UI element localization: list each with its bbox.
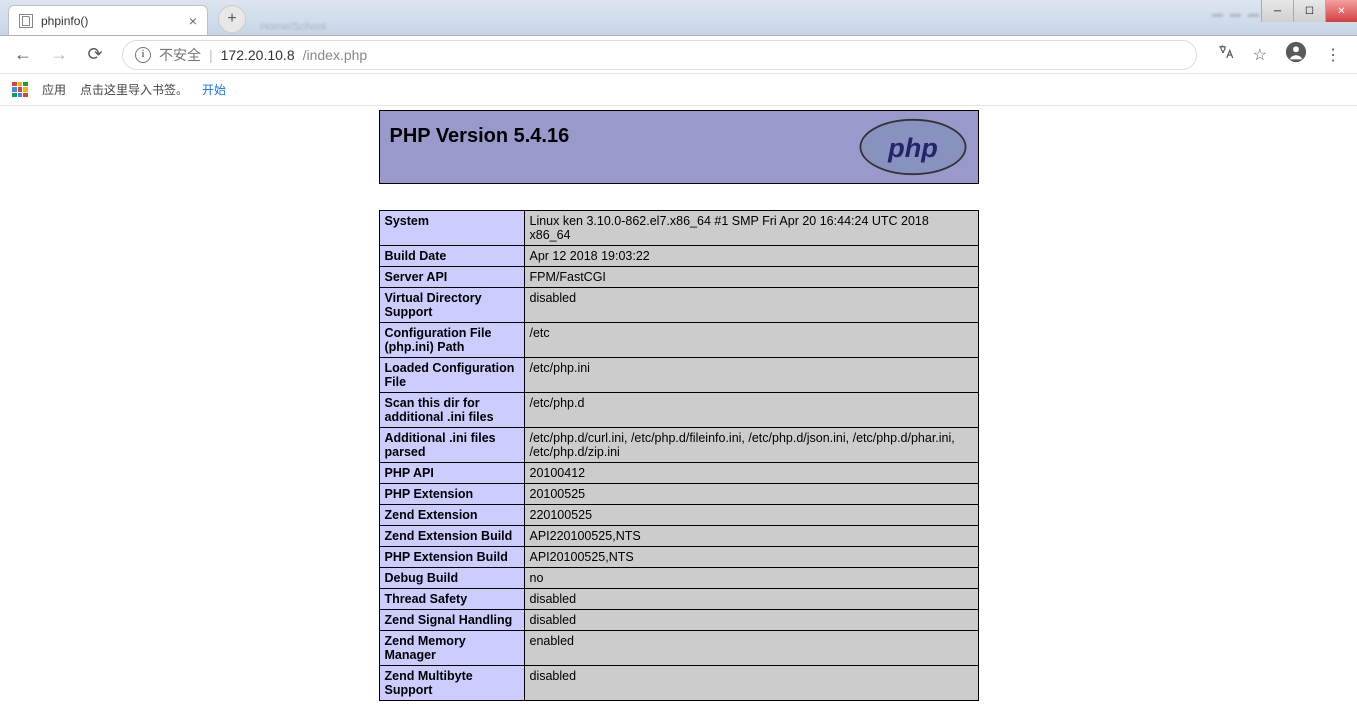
phpinfo-content: PHP Version 5.4.16 php SystemLinux ken 3… (379, 110, 979, 701)
info-value: /etc/php.d/curl.ini, /etc/php.d/fileinfo… (524, 428, 978, 463)
translate-icon[interactable] (1217, 43, 1235, 66)
table-row: Loaded Configuration File/etc/php.ini (379, 358, 978, 393)
new-tab-button[interactable]: + (218, 5, 246, 33)
info-key: Scan this dir for additional .ini files (379, 393, 524, 428)
inactive-tab-hint: Home/School (260, 21, 326, 33)
info-key: PHP Extension (379, 484, 524, 505)
info-key: Zend Extension Build (379, 526, 524, 547)
table-row: Zend Extension BuildAPI220100525,NTS (379, 526, 978, 547)
tab-title: phpinfo() (41, 14, 88, 28)
info-value: 20100525 (524, 484, 978, 505)
browser-tab[interactable]: phpinfo() × (8, 5, 208, 35)
table-row: Scan this dir for additional .ini files/… (379, 393, 978, 428)
table-row: Zend Extension220100525 (379, 505, 978, 526)
apps-label[interactable]: 应用 (42, 81, 66, 98)
info-key: Zend Memory Manager (379, 631, 524, 666)
info-value: disabled (524, 288, 978, 323)
table-row: PHP Extension BuildAPI20100525,NTS (379, 547, 978, 568)
close-icon[interactable]: × (189, 13, 197, 29)
svg-text:php: php (887, 132, 938, 163)
page-icon (19, 14, 33, 28)
tab-strip: phpinfo() × + Home/School ▬ ▬ ▬ ▬ ▬ (0, 0, 1357, 36)
window-close-button[interactable]: ✕ (1325, 0, 1357, 22)
bookmark-hint: 点击这里导入书签。 (80, 81, 188, 98)
info-value: no (524, 568, 978, 589)
table-row: Additional .ini files parsed/etc/php.d/c… (379, 428, 978, 463)
info-value: FPM/FastCGI (524, 267, 978, 288)
toolbar-right: ☆ ⋮ (1209, 41, 1349, 68)
table-row: PHP API20100412 (379, 463, 978, 484)
info-value: disabled (524, 666, 978, 701)
info-key: Additional .ini files parsed (379, 428, 524, 463)
separator: | (209, 47, 213, 63)
info-key: Zend Signal Handling (379, 610, 524, 631)
info-value: /etc (524, 323, 978, 358)
url-path: /index.php (303, 47, 368, 63)
php-logo: php (858, 118, 968, 176)
site-info-icon[interactable]: i (135, 47, 151, 63)
info-key: PHP Extension Build (379, 547, 524, 568)
window-maximize-button[interactable]: ☐ (1293, 0, 1325, 22)
table-row: Debug Buildno (379, 568, 978, 589)
info-key: Zend Extension (379, 505, 524, 526)
info-value: Linux ken 3.10.0-862.el7.x86_64 #1 SMP F… (524, 211, 978, 246)
info-value: disabled (524, 610, 978, 631)
address-bar: ← → ⟳ i 不安全 | 172.20.10.8/index.php ☆ ⋮ (0, 36, 1357, 74)
info-key: Configuration File (php.ini) Path (379, 323, 524, 358)
apps-icon[interactable] (12, 82, 28, 98)
info-key: System (379, 211, 524, 246)
table-row: Zend Multibyte Supportdisabled (379, 666, 978, 701)
info-value: Apr 12 2018 19:03:22 (524, 246, 978, 267)
info-key: Build Date (379, 246, 524, 267)
bookmark-star-icon[interactable]: ☆ (1253, 45, 1267, 65)
url-host: 172.20.10.8 (221, 47, 295, 63)
window-controls: ─ ☐ ✕ (1261, 0, 1357, 22)
info-key: Virtual Directory Support (379, 288, 524, 323)
table-row: Virtual Directory Supportdisabled (379, 288, 978, 323)
reload-button[interactable]: ⟳ (80, 40, 110, 70)
phpinfo-table: SystemLinux ken 3.10.0-862.el7.x86_64 #1… (379, 210, 979, 701)
info-value: 20100412 (524, 463, 978, 484)
info-value: API20100525,NTS (524, 547, 978, 568)
window-minimize-button[interactable]: ─ (1261, 0, 1293, 22)
table-row: PHP Extension20100525 (379, 484, 978, 505)
info-value: disabled (524, 589, 978, 610)
insecure-label: 不安全 (159, 45, 201, 65)
info-key: Debug Build (379, 568, 524, 589)
info-value: API220100525,NTS (524, 526, 978, 547)
info-value: /etc/php.ini (524, 358, 978, 393)
info-value: enabled (524, 631, 978, 666)
php-version-title: PHP Version 5.4.16 (390, 125, 570, 148)
info-value: 220100525 (524, 505, 978, 526)
table-row: Thread Safetydisabled (379, 589, 978, 610)
table-row: Zend Signal Handlingdisabled (379, 610, 978, 631)
info-key: Zend Multibyte Support (379, 666, 524, 701)
table-row: Server APIFPM/FastCGI (379, 267, 978, 288)
info-value: /etc/php.d (524, 393, 978, 428)
table-row: SystemLinux ken 3.10.0-862.el7.x86_64 #1… (379, 211, 978, 246)
bookmark-start-link[interactable]: 开始 (202, 81, 226, 98)
info-key: Loaded Configuration File (379, 358, 524, 393)
page-viewport[interactable]: PHP Version 5.4.16 php SystemLinux ken 3… (0, 106, 1357, 726)
back-button[interactable]: ← (8, 40, 38, 70)
bookmark-bar: 应用 点击这里导入书签。 开始 (0, 74, 1357, 106)
profile-icon[interactable] (1285, 41, 1307, 68)
info-key: Server API (379, 267, 524, 288)
info-key: Thread Safety (379, 589, 524, 610)
table-row: Configuration File (php.ini) Path/etc (379, 323, 978, 358)
phpinfo-header: PHP Version 5.4.16 php (379, 110, 979, 184)
url-input[interactable]: i 不安全 | 172.20.10.8/index.php (122, 40, 1197, 70)
menu-icon[interactable]: ⋮ (1325, 45, 1341, 65)
table-row: Zend Memory Managerenabled (379, 631, 978, 666)
table-row: Build DateApr 12 2018 19:03:22 (379, 246, 978, 267)
info-key: PHP API (379, 463, 524, 484)
forward-button[interactable]: → (44, 40, 74, 70)
